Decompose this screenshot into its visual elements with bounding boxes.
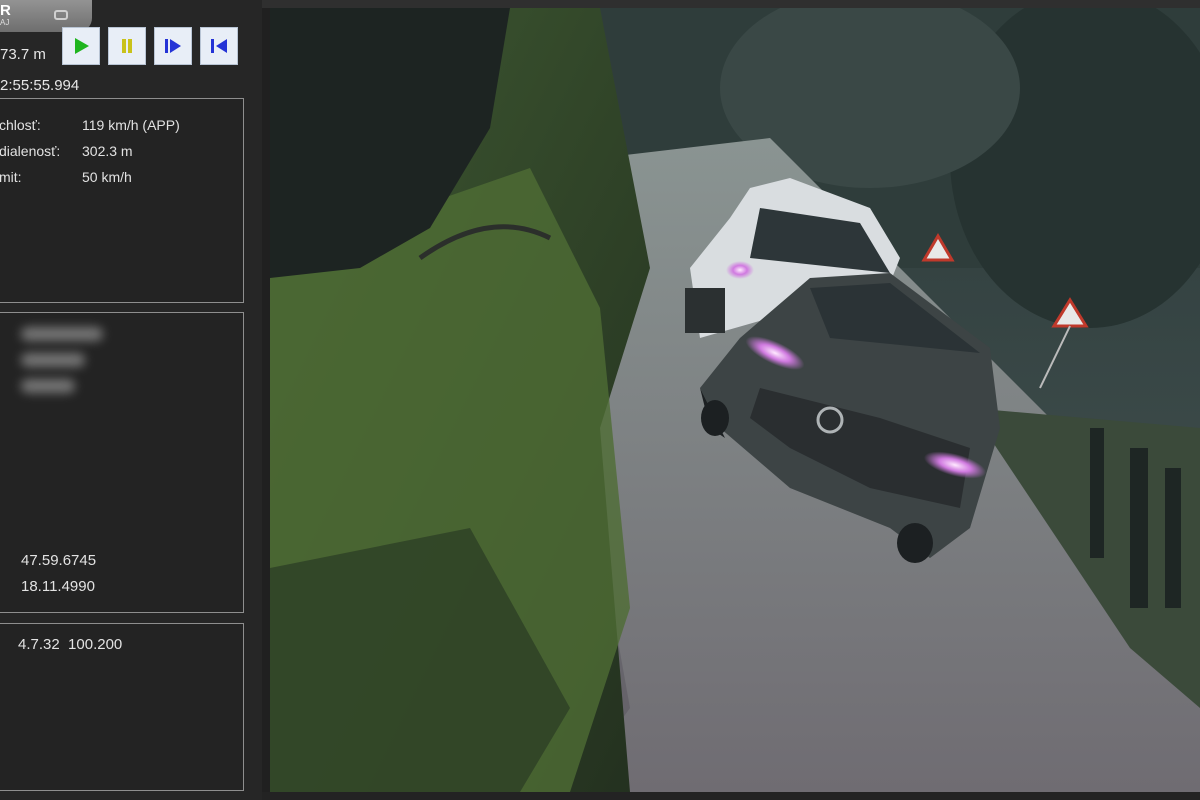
pause-icon <box>122 39 132 53</box>
version-info: 4.7.32 100.200 <box>18 636 123 653</box>
measurement-box: chlosť: 119 km/h (APP) dialenosť: 302.3 … <box>0 98 244 303</box>
distance-readout: 73.7 m <box>0 46 46 63</box>
skip-to-start-icon <box>211 39 227 53</box>
distance-value: 302.3 m <box>82 143 133 159</box>
latitude-value: 47.59.6745 <box>21 552 97 569</box>
redacted-text <box>21 379 75 393</box>
pause-button[interactable] <box>108 27 146 65</box>
video-frame[interactable] <box>270 8 1200 792</box>
video-top-border <box>262 0 1200 8</box>
play-button[interactable] <box>62 27 100 65</box>
redacted-text <box>21 327 103 341</box>
traffic-camera-image <box>270 8 1200 792</box>
redacted-text <box>21 353 85 367</box>
step-forward-button[interactable] <box>154 27 192 65</box>
timestamp-readout: 2:55:55.994 <box>0 77 80 94</box>
limit-label: mit: <box>0 169 22 185</box>
skip-to-start-button[interactable] <box>200 27 238 65</box>
logo-text: R <box>0 2 11 19</box>
location-box: 47.59.6745 18.11.4990 <box>0 312 244 613</box>
distance-label: dialenosť: <box>0 143 61 159</box>
play-icon <box>75 38 89 54</box>
speed-value: 119 km/h (APP) <box>82 117 180 133</box>
camera-icon <box>54 10 68 20</box>
speed-label: chlosť: <box>0 117 41 133</box>
info-panel: R AJ 73.7 m 2:55:55.994 chlosť: 119 km/h… <box>0 0 262 800</box>
step-forward-icon <box>165 39 181 53</box>
logo-subtext: AJ <box>0 18 10 27</box>
video-bottom-border <box>262 792 1200 800</box>
limit-value: 50 km/h <box>82 169 132 185</box>
longitude-value: 18.11.4990 <box>21 578 95 595</box>
